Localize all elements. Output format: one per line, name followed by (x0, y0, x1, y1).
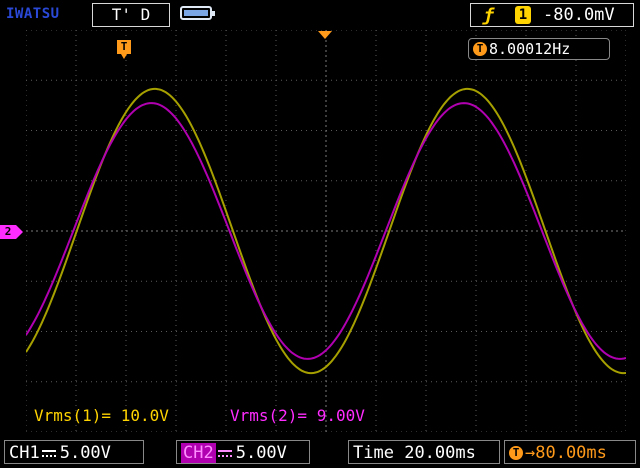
ch2-rms-measurement: Vrms(2)= 9.00V (230, 406, 365, 425)
ch1-rms-measurement: Vrms(1)= 10.0V (34, 406, 169, 425)
trigger-level: -80.0mV (543, 5, 615, 25)
rising-edge-icon: ƒ (483, 5, 494, 26)
ch1-scale: 5.00V (59, 443, 111, 463)
trigger-icon: T (473, 42, 487, 56)
trigger-delay-box[interactable]: T →80.00ms (504, 440, 636, 464)
trigger-icon: T (509, 446, 523, 460)
ch2-scale: 5.00V (235, 443, 287, 463)
bottom-status-bar: CH1 5.00V CH2 5.00V Time 20.00ms T →80.00ms (0, 436, 640, 468)
timebase-box[interactable]: Time 20.00ms (348, 440, 500, 464)
dc-coupling-icon (41, 448, 56, 458)
oscilloscope-screen: IWATSU T' D ƒ 1 -80.0mV T 2 T 8.00012Hz … (0, 0, 640, 468)
horizontal-position-marker[interactable] (318, 31, 332, 39)
dc-coupling-icon (217, 448, 232, 458)
waveform-graticule (26, 30, 626, 432)
trigger-channel-badge: 1 (515, 6, 531, 24)
time-label: Time (353, 443, 394, 463)
ch1-scale-box[interactable]: CH1 5.00V (4, 440, 144, 464)
trigger-delay-value: →80.00ms (525, 443, 607, 463)
timebase-value: 20.00ms (404, 443, 476, 463)
ch2-scale-box[interactable]: CH2 5.00V (176, 440, 310, 464)
acquisition-mode-indicator[interactable]: T' D (92, 3, 170, 27)
frequency-value: 8.00012Hz (489, 40, 571, 58)
ch1-label: CH1 (9, 443, 40, 463)
brand-label: IWATSU (6, 6, 60, 22)
graticule-lines (26, 30, 626, 432)
top-status-bar: IWATSU T' D ƒ 1 -80.0mV (0, 0, 640, 30)
trigger-status[interactable]: ƒ 1 -80.0mV (470, 3, 634, 27)
trigger-position-marker[interactable]: T (117, 40, 131, 59)
ch2-ground-marker[interactable]: 2 (0, 225, 23, 239)
frequency-readout: T 8.00012Hz (468, 38, 610, 60)
battery-icon (180, 6, 215, 20)
ch2-label: CH2 (181, 443, 216, 463)
